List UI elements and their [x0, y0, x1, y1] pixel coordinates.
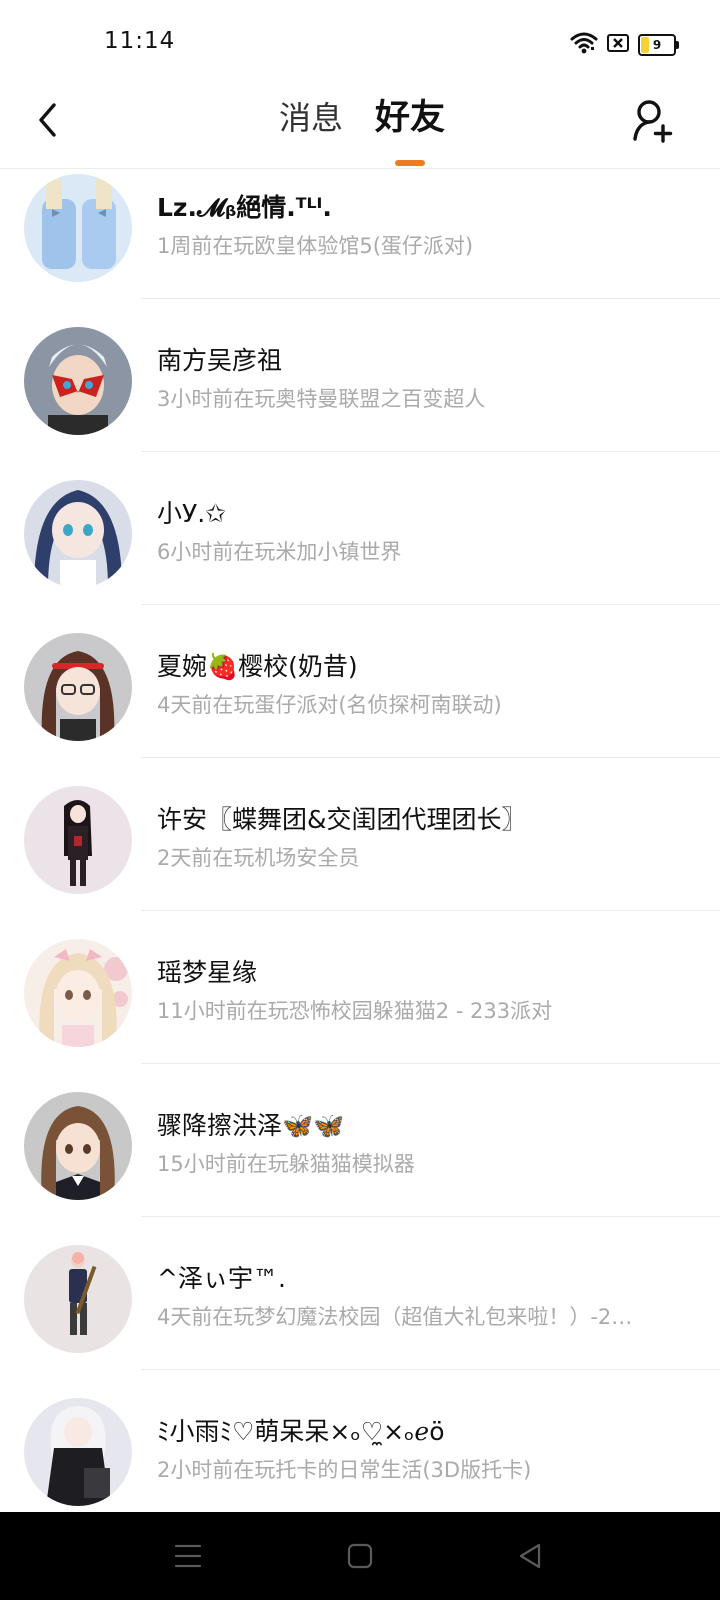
home-icon	[347, 1543, 373, 1569]
nav-back-button[interactable]	[510, 1536, 550, 1576]
friend-name: ^泽ぃ宇™.	[157, 1264, 286, 1293]
friend-list[interactable]: Lz.𝓜ᵦ絕情.ᵀᴸᴵ. 1周前在玩欧皇体验馆5(蛋仔派对) 南方吴彦祖 3小时…	[0, 168, 720, 1512]
list-item[interactable]: 许安〖蝶舞团&交闺团代理团长〗 2天前在玩机场安全员	[0, 774, 720, 930]
divider	[141, 757, 720, 758]
list-item[interactable]: ﾐ小雨ﾐ♡萌呆呆×ₒ♡̼×ₒℯӧ 2小时前在玩托卡的日常生活(3D版托卡)	[0, 1386, 720, 1512]
friend-name: 小У.✩	[157, 499, 227, 528]
avatar	[24, 786, 132, 894]
divider	[141, 910, 720, 911]
back-icon	[519, 1543, 541, 1569]
friend-name: Lz.𝓜ᵦ絕情.ᵀᴸᴵ.	[157, 193, 332, 222]
menu-icon	[174, 1544, 202, 1568]
divider	[141, 1063, 720, 1064]
header: 消息 好友	[0, 86, 720, 169]
divider	[141, 1216, 720, 1217]
friend-name: 瑶梦星缘	[157, 958, 258, 987]
avatar	[24, 1092, 132, 1200]
avatar	[24, 480, 132, 588]
friend-status: 1周前在玩欧皇体验馆5(蛋仔派对)	[157, 234, 474, 258]
add-friend-button[interactable]	[630, 98, 676, 144]
divider	[141, 298, 720, 299]
avatar	[24, 939, 132, 1047]
friend-name: ﾐ小雨ﾐ♡萌呆呆×ₒ♡̼×ₒℯӧ	[157, 1417, 445, 1446]
sim-blocked-icon	[606, 33, 630, 57]
list-item[interactable]: ^泽ぃ宇™. 4天前在玩梦幻魔法校园（超值大礼包来啦！）-2…	[0, 1233, 720, 1389]
menu-button[interactable]	[168, 1536, 208, 1576]
friend-status: 2小时前在玩托卡的日常生活(3D版托卡)	[157, 1458, 532, 1482]
back-chevron-icon	[39, 103, 56, 137]
divider	[141, 1369, 720, 1370]
avatar	[24, 327, 132, 435]
friend-name: 骤降擦洪泽🦋🦋	[157, 1111, 345, 1140]
friend-name: 夏婉🍓樱校(奶昔)	[157, 652, 358, 681]
battery-icon: 9	[638, 34, 679, 56]
list-item[interactable]: 瑶梦星缘 11小时前在玩恐怖校园躲猫猫2 - 233派对	[0, 927, 720, 1083]
friend-status: 11小时前在玩恐怖校园躲猫猫2 - 233派对	[157, 999, 553, 1023]
avatar	[24, 1398, 132, 1506]
navigation-bar	[0, 1512, 720, 1600]
list-item[interactable]: 骤降擦洪泽🦋🦋 15小时前在玩躲猫猫模拟器	[0, 1080, 720, 1236]
status-time: 11:14	[104, 28, 176, 54]
list-item[interactable]: 小У.✩ 6小时前在玩米加小镇世界	[0, 468, 720, 624]
avatar	[24, 174, 132, 282]
tab-messages[interactable]: 消息	[279, 96, 343, 140]
list-item[interactable]: 南方吴彦祖 3小时前在玩奥特曼联盟之百变超人	[0, 315, 720, 471]
friend-name: 南方吴彦祖	[157, 346, 283, 375]
status-bar: 11:14 9	[0, 0, 720, 86]
divider	[141, 451, 720, 452]
friend-status: 15小时前在玩躲猫猫模拟器	[157, 1152, 415, 1176]
friend-status: 4天前在玩梦幻魔法校园（超值大礼包来啦！）-2…	[157, 1305, 633, 1329]
wifi-icon	[570, 32, 598, 58]
list-item[interactable]: Lz.𝓜ᵦ絕情.ᵀᴸᴵ. 1周前在玩欧皇体验馆5(蛋仔派对)	[0, 168, 720, 318]
friend-status: 3小时前在玩奥特曼联盟之百变超人	[157, 387, 486, 411]
tab-friends[interactable]: 好友	[375, 96, 445, 140]
avatar	[24, 1245, 132, 1353]
tab-indicator	[395, 160, 425, 166]
friend-status: 4天前在玩蛋仔派对(名侦探柯南联动)	[157, 693, 502, 717]
list-item[interactable]: 夏婉🍓樱校(奶昔) 4天前在玩蛋仔派对(名侦探柯南联动)	[0, 621, 720, 777]
friend-status: 2天前在玩机场安全员	[157, 846, 360, 870]
avatar	[24, 633, 132, 741]
divider	[141, 604, 720, 605]
status-icons: 9	[570, 32, 679, 58]
back-button[interactable]	[28, 98, 68, 142]
friend-name: 许安〖蝶舞团&交闺团代理团长〗	[157, 805, 527, 834]
home-button[interactable]	[340, 1536, 380, 1576]
friend-status: 6小时前在玩米加小镇世界	[157, 540, 402, 564]
add-friend-icon	[633, 100, 673, 143]
battery-level: 9	[652, 38, 662, 52]
